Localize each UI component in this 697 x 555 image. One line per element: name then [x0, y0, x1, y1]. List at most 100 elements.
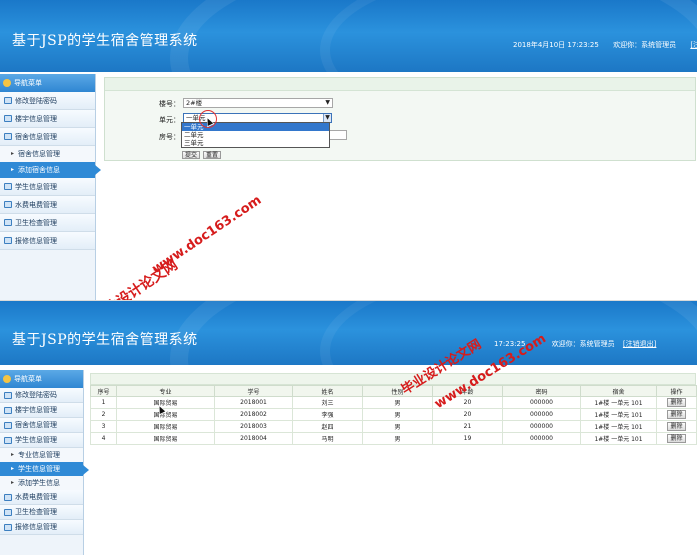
- sidebar-item-utilities[interactable]: 水费电费管理: [0, 490, 83, 505]
- app-title: 基于JSP的学生宿舍管理系统: [12, 33, 198, 49]
- student-table: 序号 专业 学号 姓名 性别 年龄 密码 宿舍 操作 1 国际贸易 201800…: [90, 385, 697, 445]
- submit-button[interactable]: 提交: [182, 151, 201, 159]
- datetime: 2018年4月10日 17:23:25: [513, 41, 599, 49]
- delete-button[interactable]: 删除: [667, 410, 686, 419]
- header-banner: 基于JSP的学生宿舍管理系统 17:23:25 欢迎你：系统管理员 [注销退出]: [0, 301, 697, 365]
- col-header: 序号: [90, 385, 117, 397]
- screenshot-student-list: 基于JSP的学生宿舍管理系统 17:23:25 欢迎你：系统管理员 [注销退出]…: [0, 301, 697, 555]
- time-text: 17:23:25: [494, 340, 526, 348]
- cell-gender: 男: [362, 420, 433, 433]
- app-title: 基于JSP的学生宿舍管理系统: [12, 332, 198, 348]
- sidebar-item-utilities[interactable]: 水费电费管理: [0, 196, 95, 214]
- cell-major: 国际贸易: [116, 432, 215, 445]
- nav-circle-icon: [3, 375, 11, 383]
- student-icon: [4, 437, 12, 444]
- cell-index: 1: [90, 396, 117, 409]
- cell-major: 国际贸易: [116, 396, 215, 409]
- cell-dorm: 1#楼 一单元 101: [580, 396, 657, 409]
- cell-dorm: 1#楼 一单元 101: [580, 432, 657, 445]
- student-table-panel: 序号 专业 学号 姓名 性别 年龄 密码 宿舍 操作 1 国际贸易 201800…: [90, 373, 697, 445]
- table-row: 3 国际贸易 2018003 赵四 男 21 000000 1#楼 一单元 10…: [90, 420, 697, 433]
- cell-dorm: 1#楼 一单元 101: [580, 408, 657, 421]
- sidebar-item-change-password[interactable]: 修改登陆密码: [0, 92, 95, 110]
- sidebar-item-repairs[interactable]: 报修信息管理: [0, 232, 95, 250]
- sidebar-item-hygiene[interactable]: 卫生检查管理: [0, 505, 83, 520]
- cell-index: 4: [90, 432, 117, 445]
- sidebar-item-buildings[interactable]: 楼宇信息管理: [0, 403, 83, 418]
- unit-label: 单元：: [159, 116, 180, 124]
- welcome-text: 欢迎你：系统管理员: [613, 41, 677, 49]
- delete-button[interactable]: 删除: [667, 422, 686, 431]
- cell-dorm: 1#楼 一单元 101: [580, 420, 657, 433]
- cell-password: 000000: [502, 432, 581, 445]
- cell-action: 删除: [656, 432, 697, 445]
- cell-action: 删除: [656, 408, 697, 421]
- cell-name: 马明: [292, 432, 363, 445]
- student-icon: [4, 183, 12, 190]
- sidebar: 导航菜单 修改登陆密码 楼宇信息管理 宿舍信息管理 学生信息管理 专业信息管理 …: [0, 370, 89, 555]
- header-info: 17:23:25 欢迎你：系统管理员 [注销退出]: [494, 339, 656, 349]
- utility-icon: [4, 494, 12, 501]
- col-header: 性别: [362, 385, 433, 397]
- col-header: 学号: [214, 385, 293, 397]
- cell-name: 李强: [292, 408, 363, 421]
- watermark-cn-1: 毕业设计论文网: [90, 257, 181, 300]
- sidebar-sub-add-dorm[interactable]: 添加宿舍信息: [0, 162, 101, 178]
- sidebar-item-repairs[interactable]: 报修信息管理: [0, 520, 83, 535]
- sidebar-sub-student-manage[interactable]: 学生信息管理: [0, 462, 89, 476]
- option-unit-3[interactable]: 三单元: [182, 139, 329, 147]
- cell-index: 3: [90, 420, 117, 433]
- table-header-row: 序号 专业 学号 姓名 性别 年龄 密码 宿舍 操作: [90, 385, 697, 397]
- sidebar-sub-majors[interactable]: 专业信息管理: [0, 448, 83, 462]
- col-header: 操作: [656, 385, 697, 397]
- welcome-text: 欢迎你：系统管理员: [551, 340, 615, 348]
- sidebar-item-students[interactable]: 学生信息管理: [0, 433, 83, 448]
- sidebar-item-students[interactable]: 学生信息管理: [0, 178, 95, 196]
- logout-link[interactable]: [注销退出]: [623, 340, 656, 348]
- cell-age: 21: [432, 420, 503, 433]
- nav-title: 导航菜单: [0, 74, 95, 92]
- building-icon: [4, 407, 12, 414]
- form-header-bar: [105, 78, 695, 91]
- watermark-url-1: www.doc163.com: [149, 192, 265, 277]
- cell-name: 赵四: [292, 420, 363, 433]
- option-unit-2[interactable]: 二单元: [182, 131, 329, 139]
- key-icon: [4, 392, 12, 399]
- col-header: 专业: [116, 385, 215, 397]
- utility-icon: [4, 201, 12, 208]
- sidebar-sub-add-student[interactable]: 添加学生信息: [0, 476, 83, 490]
- reset-button[interactable]: 重置: [203, 151, 222, 159]
- delete-button[interactable]: 删除: [667, 398, 686, 407]
- cell-gender: 男: [362, 432, 433, 445]
- sidebar-item-buildings[interactable]: 楼宇信息管理: [0, 110, 95, 128]
- dorm-icon: [4, 422, 12, 429]
- add-dorm-form: 楼号： 2#楼 ▼ 单元： 一单元 ▼ 房号： 提交 重置: [104, 77, 696, 161]
- repair-icon: [4, 237, 12, 244]
- cell-action: 删除: [656, 396, 697, 409]
- chevron-down-icon: ▼: [325, 99, 330, 106]
- col-header: 宿舍: [580, 385, 657, 397]
- cell-student-id: 2018004: [214, 432, 293, 445]
- cell-index: 2: [90, 408, 117, 421]
- table-row: 2 国际贸易 2018002 李强 男 20 000000 1#楼 一单元 10…: [90, 408, 697, 421]
- cell-major: 国际贸易: [116, 420, 215, 433]
- header-info: 2018年4月10日 17:23:25 欢迎你：系统管理员 [注: [513, 40, 697, 50]
- building-select[interactable]: 2#楼 ▼: [183, 98, 333, 108]
- table-header-bar: [90, 373, 696, 385]
- sidebar-item-dorms[interactable]: 宿舍信息管理: [0, 128, 95, 146]
- building-icon: [4, 115, 12, 122]
- sidebar-item-hygiene[interactable]: 卫生检查管理: [0, 214, 95, 232]
- cell-student-id: 2018003: [214, 420, 293, 433]
- logout-link[interactable]: [注: [690, 41, 697, 49]
- table-row: 1 国际贸易 2018001 刘三 男 20 000000 1#楼 一单元 10…: [90, 396, 697, 409]
- cell-gender: 男: [362, 408, 433, 421]
- header-banner: 基于JSP的学生宿舍管理系统 2018年4月10日 17:23:25 欢迎你：系…: [0, 0, 697, 72]
- delete-button[interactable]: 删除: [667, 434, 686, 443]
- cell-student-id: 2018001: [214, 396, 293, 409]
- cell-password: 000000: [502, 396, 581, 409]
- sidebar-sub-dorm-manage[interactable]: 宿舍信息管理: [0, 146, 95, 162]
- sidebar-item-dorms[interactable]: 宿舍信息管理: [0, 418, 83, 433]
- hygiene-icon: [4, 509, 12, 516]
- col-header: 年龄: [432, 385, 503, 397]
- sidebar-item-change-password[interactable]: 修改登陆密码: [0, 388, 83, 403]
